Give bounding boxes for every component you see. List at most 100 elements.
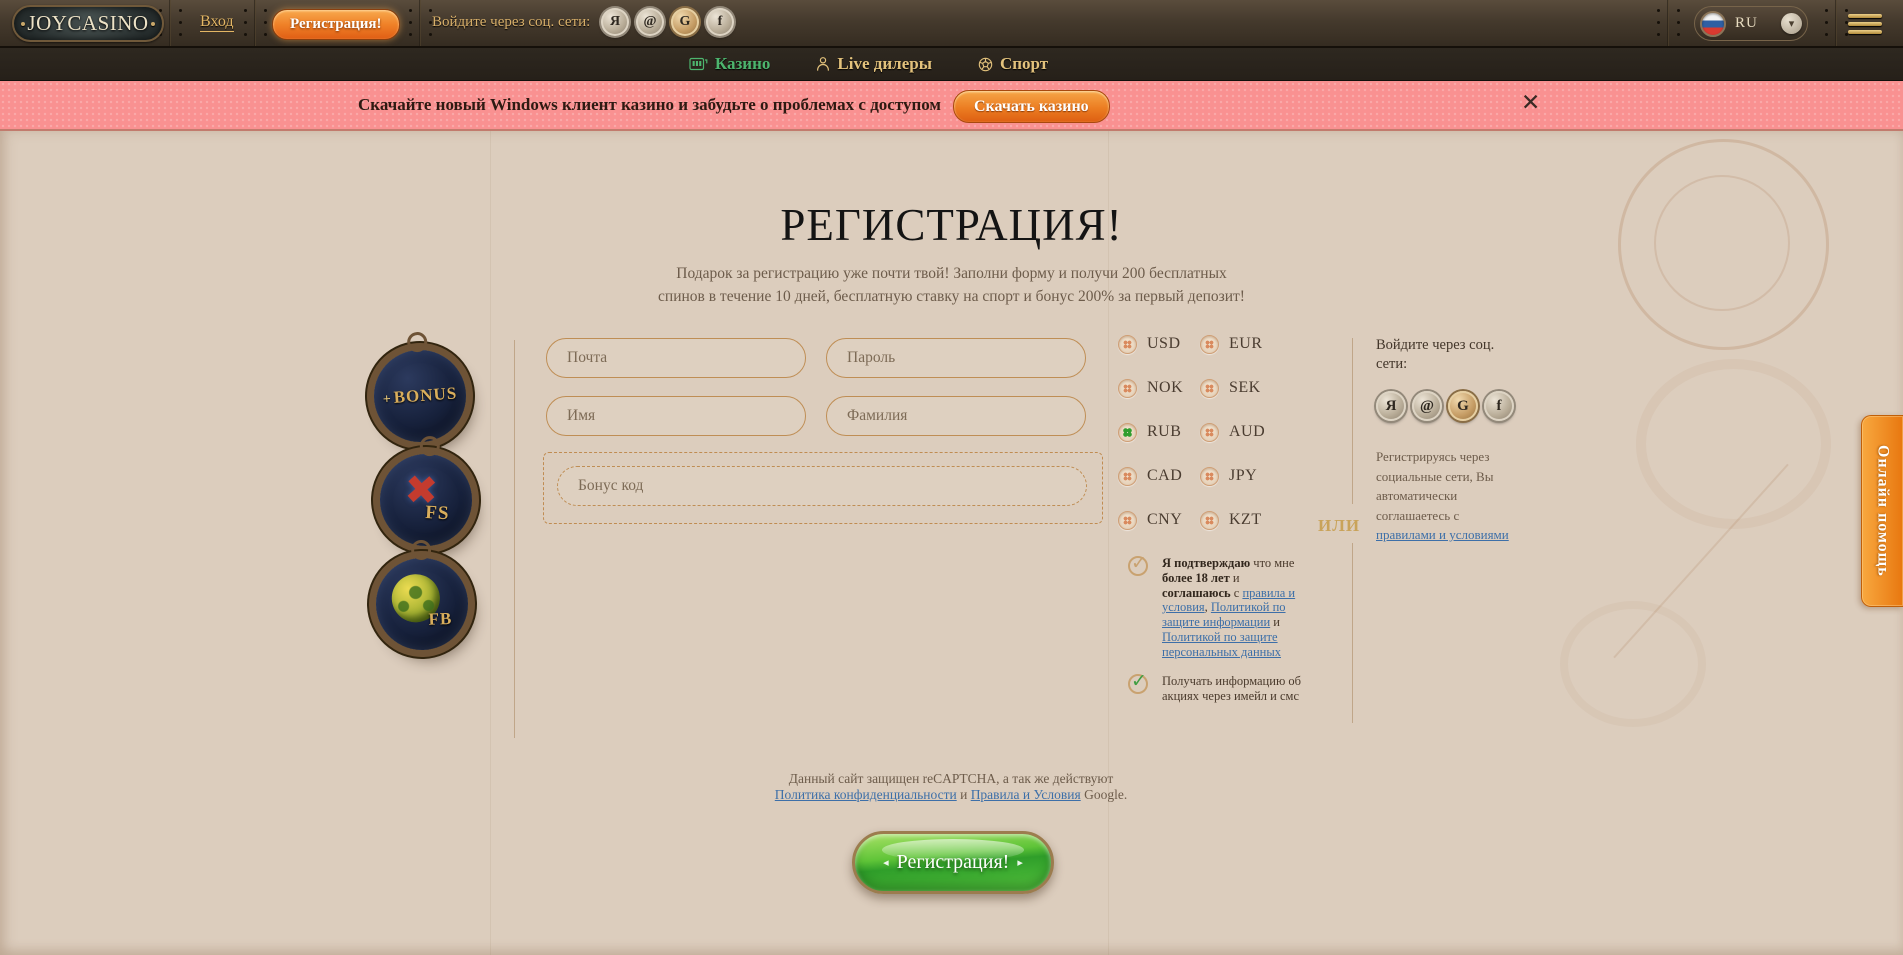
menu-icon[interactable]	[1848, 14, 1882, 38]
register-button[interactable]: Регистрация!	[272, 9, 400, 40]
tab-sport-label: Спорт	[1000, 54, 1048, 74]
terms-and-conditions-link[interactable]: правилами и условиями	[1376, 527, 1509, 542]
currency-rub[interactable]: RUB	[1118, 422, 1198, 442]
close-icon[interactable]: ✕	[1521, 92, 1540, 115]
language-selector[interactable]: RU ▾	[1694, 6, 1808, 41]
promo-checkbox[interactable]: ✓	[1128, 674, 1148, 694]
slot-machine-icon	[689, 56, 708, 72]
tab-sport[interactable]: Спорт	[978, 54, 1048, 74]
page-title: РЕГИСТРАЦИЯ!	[0, 199, 1903, 251]
firstname-field[interactable]	[546, 396, 806, 436]
tab-casino-label: Казино	[715, 54, 771, 74]
currency-cad[interactable]: CAD	[1118, 466, 1198, 486]
google-terms-link[interactable]: Правила и Условия	[971, 787, 1081, 802]
terms-checkbox-row[interactable]: ✓ Я подтверждаю что мне более 18 лет и с…	[1128, 556, 1306, 660]
live-dealer-icon	[816, 56, 830, 72]
paper-fold	[1108, 131, 1109, 955]
panel-seam	[407, 0, 433, 46]
bonus-medal-label: BONUS	[393, 383, 458, 406]
facebook-icon[interactable]: f	[1484, 391, 1514, 421]
currency-usd[interactable]: USD	[1118, 334, 1198, 354]
password-field[interactable]	[826, 338, 1086, 378]
vertical-divider	[1352, 338, 1353, 504]
currency-options: USD EUR NOK SEK RUB AUD CAD JPY CNY KZT	[1118, 334, 1280, 530]
facebook-icon[interactable]: f	[706, 8, 734, 36]
freebet-medal[interactable]: FB	[374, 556, 469, 651]
radio-icon[interactable]	[1118, 379, 1137, 398]
topbar-social-icons: Я @ G f	[601, 8, 734, 36]
promo-checkbox-row[interactable]: ✓ Получать информацию об акциях через им…	[1128, 674, 1318, 704]
language-code: RU	[1735, 15, 1758, 32]
arrow-left-icon: ◂	[883, 856, 889, 869]
promo-text: Получать информацию об акциях через имей…	[1162, 674, 1312, 704]
arrow-right-icon: ▸	[1017, 856, 1023, 869]
radio-icon[interactable]	[1200, 423, 1219, 442]
tab-live-label: Live дилеры	[837, 54, 932, 74]
currency-jpy[interactable]: JPY	[1200, 466, 1280, 486]
lastname-field[interactable]	[826, 396, 1086, 436]
google-privacy-link[interactable]: Политика конфиденциальности	[775, 787, 957, 802]
background-sketch	[1613, 464, 1788, 659]
vertical-divider	[1352, 543, 1353, 723]
currency-nok[interactable]: NOK	[1118, 378, 1198, 398]
chevron-down-icon[interactable]: ▾	[1781, 13, 1802, 34]
download-casino-button[interactable]: Скачать казино	[953, 90, 1110, 123]
topbar-social-label: Войдите через соц. сети:	[432, 14, 590, 31]
radio-icon[interactable]	[1118, 467, 1137, 486]
radio-icon[interactable]	[1118, 511, 1137, 530]
radio-icon[interactable]	[1200, 335, 1219, 354]
top-bar: JOYCASINO Вход Регистрация! Войдите чере…	[0, 0, 1903, 48]
russia-flag-icon	[1700, 11, 1726, 37]
panel-seam	[1823, 0, 1849, 46]
background-stain	[1560, 601, 1706, 727]
social-login-note: Регистрируясь через социальные сети, Вы …	[1376, 447, 1521, 545]
submit-registration-button[interactable]: ◂ Регистрация! ▸	[852, 831, 1054, 894]
fb-medal-label: FB	[428, 609, 452, 630]
freespins-medal[interactable]: ✖ FS	[378, 452, 475, 549]
background-stain	[1636, 359, 1831, 529]
mailru-icon[interactable]: @	[1412, 391, 1442, 421]
currency-kzt[interactable]: KZT	[1200, 510, 1280, 530]
personal-data-policy-link[interactable]: Политикой по защите персональных данных	[1162, 630, 1281, 659]
tab-live-dealers[interactable]: Live дилеры	[816, 54, 932, 74]
email-field[interactable]	[546, 338, 806, 378]
subtitle-line2: спинов в течение 10 дней, бесплатную ста…	[0, 288, 1903, 306]
social-login-icons: Я @ G f	[1376, 391, 1514, 421]
bonus-code-field[interactable]	[557, 466, 1087, 506]
online-help-tab[interactable]: Онлайн помощь	[1861, 415, 1903, 607]
currency-cny[interactable]: CNY	[1118, 510, 1198, 530]
menu-bar	[1848, 14, 1882, 18]
submit-label: Регистрация!	[897, 851, 1010, 874]
menu-bar	[1848, 22, 1882, 26]
radio-icon[interactable]	[1200, 511, 1219, 530]
radio-icon[interactable]	[1118, 335, 1137, 354]
mailru-icon[interactable]: @	[636, 8, 664, 36]
panel-seam	[1655, 0, 1681, 46]
bonus-medal[interactable]: +BONUS	[371, 347, 469, 445]
currency-sek[interactable]: SEK	[1200, 378, 1280, 398]
radio-selected-icon[interactable]	[1118, 423, 1137, 442]
yandex-icon[interactable]: Я	[601, 8, 629, 36]
joycasino-logo[interactable]: JOYCASINO	[12, 5, 164, 42]
or-label: ИЛИ	[1318, 516, 1360, 536]
currency-eur[interactable]: EUR	[1200, 334, 1280, 354]
radio-icon[interactable]	[1200, 379, 1219, 398]
terms-text: Я подтверждаю что мне более 18 лет и сог…	[1162, 556, 1306, 660]
check-icon: ✓	[1131, 670, 1147, 692]
check-icon: ✓	[1131, 552, 1147, 574]
panel-seam	[242, 0, 268, 46]
terms-checkbox[interactable]: ✓	[1128, 556, 1148, 576]
google-icon[interactable]: G	[1448, 391, 1478, 421]
registration-section: РЕГИСТРАЦИЯ! Подарок за регистрацию уже …	[0, 131, 1903, 955]
tab-casino[interactable]: Казино	[689, 54, 771, 74]
menu-bar	[1848, 30, 1882, 34]
login-link[interactable]: Вход	[200, 13, 234, 32]
currency-aud[interactable]: AUD	[1200, 422, 1280, 442]
banner-message: Скачайте новый Windows клиент казино и з…	[358, 95, 941, 115]
radio-icon[interactable]	[1200, 467, 1219, 486]
football-icon	[978, 57, 993, 72]
paper-fold	[490, 131, 491, 955]
plus-icon: +	[382, 392, 392, 408]
yandex-icon[interactable]: Я	[1376, 391, 1406, 421]
google-icon[interactable]: G	[671, 8, 699, 36]
